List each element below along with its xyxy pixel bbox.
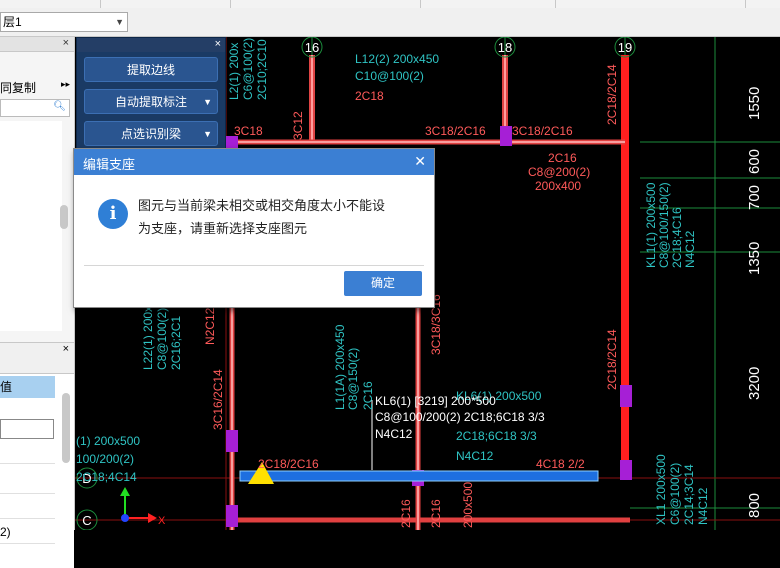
divider [0, 493, 55, 494]
ann-xl1c: 2C14;3C14 [682, 464, 696, 525]
dialog-message: 图元与当前梁未相交或相交角度太小不能设 为支座，请重新选择支座图元 [138, 194, 418, 240]
divider [84, 265, 424, 266]
ann-2c18-2c14b: 2C18/2C14 [605, 329, 619, 390]
ann-l12: L12(2) 200x450 [355, 52, 439, 66]
ann-kl1: KL1(1) 200x500 [644, 182, 658, 268]
ann-kl-d: N4C12 [456, 449, 494, 463]
dialog-message-line-1: 图元与当前梁未相交或相交角度太小不能设 [138, 198, 386, 213]
property-panel: × 值 2) [0, 342, 74, 568]
ann-kl1b: C8@100/150(2) [657, 182, 671, 268]
ann-xl1d: N4C12 [696, 487, 710, 525]
ann-3c18-2c16a: 3C18/2C16 [425, 124, 486, 138]
component-list[interactable] [0, 121, 62, 331]
auto-extract-label-button[interactable]: 自动提取标注 ▼ [84, 89, 218, 114]
ann-l1c: 2C16 [361, 381, 375, 410]
chevron-down-icon[interactable]: ▼ [203, 90, 212, 114]
ann-l22: L22(1) 200x [141, 306, 155, 370]
ann-3c18-2c16b: 3C18/2C16 [512, 124, 573, 138]
ann-bot1: 2C16 [399, 499, 413, 528]
ann-200x400: 200x400 [535, 179, 581, 193]
ann-bot2: 2C16 [429, 499, 443, 528]
ann-kl1c: 2C18;4C16 [670, 207, 684, 268]
floor-select[interactable]: 层1 ▼ [0, 12, 128, 32]
ann-kl6a: KL6(1) [3219] 200*500 [375, 394, 496, 408]
ann-bot3: 200x500 [461, 482, 475, 528]
ann-l200c: 2C18;4C14 [76, 470, 137, 484]
identify-panel: × 提取边线 自动提取标注 ▼ 点选识别梁 ▼ [76, 37, 226, 151]
dim-1550: 1550 [746, 87, 763, 120]
chevron-down-icon: ▼ [115, 17, 124, 27]
ann-l2c: 2C10;2C10 [255, 39, 269, 100]
close-icon[interactable]: × [63, 37, 69, 49]
property-value-input[interactable] [0, 419, 54, 439]
toolbar: 层1 ▼ [0, 8, 780, 37]
dialog-title-bar: 编辑支座 ✕ [74, 149, 434, 175]
close-icon[interactable]: ✕ [414, 153, 426, 170]
axis-C: C [82, 513, 91, 528]
ann-kl6b: C8@100/200(2) 2C18;6C18 3/3 [375, 410, 545, 424]
axis-18: 18 [498, 40, 512, 55]
scrollbar[interactable] [60, 205, 68, 229]
left-panel-header: × [0, 37, 74, 52]
ann-l2a: L2(1) 200x [227, 43, 241, 100]
ann-l200a: (1) 200x500 [76, 434, 140, 448]
ann-c10: C10@100(2) [355, 69, 424, 83]
ann-l1a: L1(1A) 200x450 [333, 324, 347, 410]
ann-3c12: 3C12 [291, 111, 305, 140]
ann-l200b: 100/200(2) [76, 452, 134, 466]
ann-c8-200: C8@200(2) [528, 165, 590, 179]
ann-l1b: C8@150(2) [346, 348, 360, 410]
double-chevron-icon: ▸▸ [60, 79, 70, 89]
extract-edge-button[interactable]: 提取边线 [84, 57, 218, 82]
info-icon: i [98, 199, 128, 229]
ann-n2c12: N2C12 [203, 307, 217, 345]
left-panel: × 同复制 ▸▸ 🔍︎ × 值 2) [0, 37, 75, 568]
ann-l2b: C6@100(2) [241, 38, 255, 100]
svg-text:X: X [158, 515, 166, 527]
dim-700: 700 [746, 185, 763, 210]
ok-button[interactable]: 确定 [344, 271, 422, 296]
ann-3c18: 3C18 [234, 124, 263, 138]
ann-2c18: 2C18 [355, 89, 384, 103]
ann-kl-c: 2C18;6C18 3/3 [456, 429, 537, 443]
point-identify-beam-button[interactable]: 点选识别梁 ▼ [84, 121, 218, 146]
ann-2c18-2c16: 2C18/2C16 [258, 457, 319, 471]
chevron-down-icon[interactable]: ▼ [203, 122, 212, 146]
ann-l22b: C8@100(2) [155, 308, 169, 370]
divider [0, 518, 55, 519]
ann-kl6c: N4C12 [375, 427, 413, 441]
axis-19: 19 [618, 40, 632, 55]
scrollbar[interactable] [62, 393, 70, 463]
divider [0, 463, 55, 464]
copy-item[interactable]: 同复制 ▸▸ [0, 79, 72, 96]
close-icon[interactable]: × [215, 38, 221, 50]
ann-l22c: 2C16;2C1 [169, 316, 183, 370]
ann-2c18-2c14: 2C18/2C14 [605, 64, 619, 125]
ann-xl1: XL1 200x500 [654, 454, 668, 525]
ann-2c16: 2C16 [548, 151, 577, 165]
dim-600: 600 [746, 149, 763, 174]
axis-16: 16 [305, 40, 319, 55]
dim-1350: 1350 [746, 242, 763, 275]
property-header-cell: 值 [0, 376, 55, 398]
ann-3c16-2c14: 3C16/2C14 [211, 369, 225, 430]
search-input[interactable]: 🔍︎ [0, 99, 70, 117]
dialog-message-line-2: 为支座，请重新选择支座图元 [138, 221, 308, 236]
dim-800: 800 [746, 493, 763, 518]
dialog-title: 编辑支座 [83, 157, 136, 172]
close-icon[interactable]: × [63, 343, 69, 355]
copy-label: 同复制 [0, 81, 37, 95]
ann-xl1b: C6@100(2) [668, 463, 682, 525]
search-icon: 🔍︎ [53, 101, 66, 112]
property-panel-header: × [0, 343, 74, 374]
identify-panel-header: × [77, 38, 225, 52]
ann-4c18: 4C18 2/2 [536, 457, 585, 471]
floor-select-value: 层1 [3, 15, 22, 29]
edit-support-dialog: 编辑支座 ✕ i 图元与当前梁未相交或相交角度太小不能设 为支座，请重新选择支座… [73, 148, 435, 308]
property-row-value: 2) [0, 525, 11, 539]
divider [0, 543, 55, 544]
dim-3200: 3200 [746, 367, 763, 400]
ann-n4c12: N4C12 [683, 230, 697, 268]
